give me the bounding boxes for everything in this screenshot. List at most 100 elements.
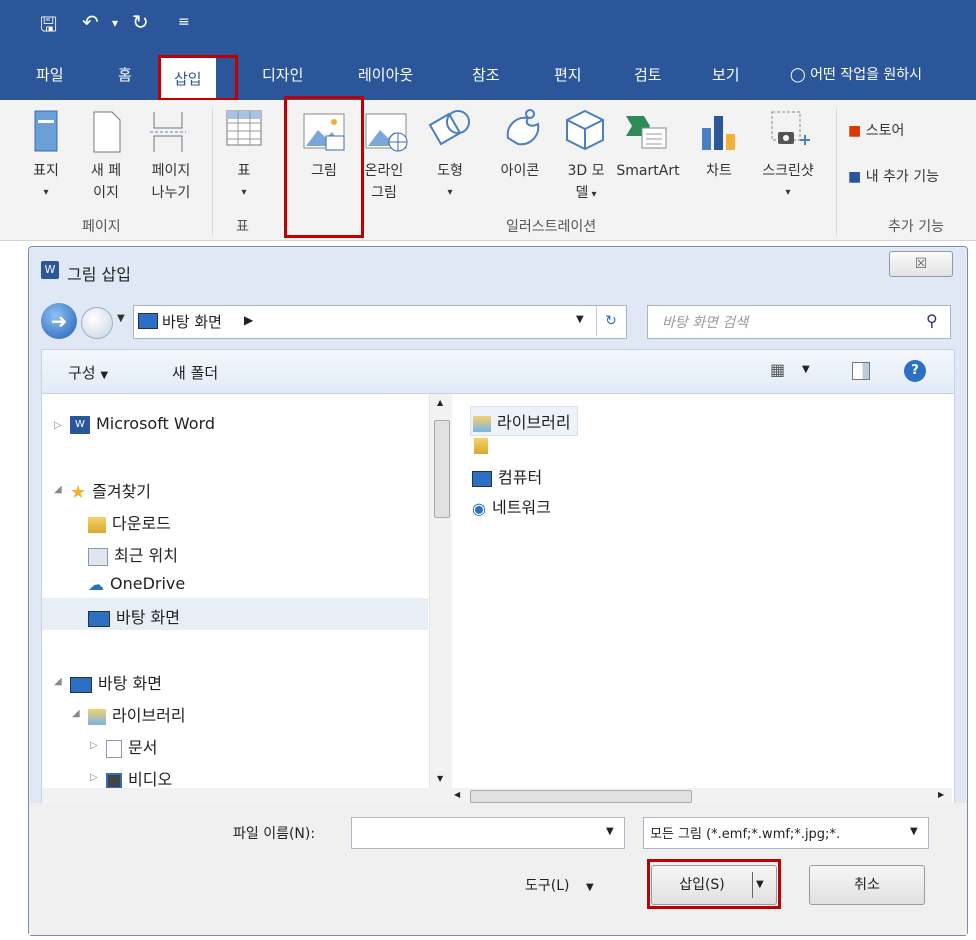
my-addins-button[interactable]: ■ 내 추가 기능	[848, 166, 939, 188]
view-options-icon[interactable]: ▦	[770, 360, 785, 379]
shapes-button[interactable]: 도형 ▾	[428, 160, 472, 204]
nav-scrollbar[interactable]: ▲ ▼	[430, 394, 452, 788]
nav-scroll-thumb[interactable]	[434, 420, 450, 518]
screenshot-icon	[770, 110, 810, 154]
tab-layout[interactable]: 레이아웃	[358, 64, 413, 85]
tab-design[interactable]: 디자인	[262, 64, 303, 85]
address-dropdown-icon[interactable]: ▼	[576, 314, 584, 325]
3d-model-label-2: 델	[575, 185, 589, 201]
highlight-picture-button	[284, 96, 364, 238]
forward-button[interactable]	[81, 307, 113, 339]
nav-item-onedrive[interactable]: ☁ OneDrive	[88, 574, 185, 594]
store-label: 스토어	[865, 123, 905, 139]
nav-item-downloads[interactable]: 다운로드	[88, 510, 171, 534]
nav-item-videos[interactable]: 비디오	[106, 766, 172, 790]
collapse-arrow-icon[interactable]: ◢	[72, 708, 80, 719]
help-icon[interactable]: ?	[904, 360, 926, 382]
close-button[interactable]: ☒	[889, 251, 953, 277]
nav-item-desktop-favorite[interactable]: 바탕 화면	[42, 598, 428, 630]
cover-page-label: 표지	[33, 163, 59, 179]
filename-dropdown-icon[interactable]: ▼	[606, 826, 614, 837]
title-bar: 🖫 ↶ ▾ ↻ ≡	[0, 0, 976, 50]
scroll-right-icon[interactable]: ▶	[938, 790, 944, 799]
back-button[interactable]: ➜	[41, 303, 77, 339]
tab-file[interactable]: 파일	[36, 64, 64, 85]
customize-qat-icon[interactable]: ≡	[178, 14, 190, 30]
nav-item-libraries[interactable]: 라이브러리	[88, 702, 186, 726]
group-table-label: 표	[236, 219, 249, 235]
chevron-down-icon: ▼	[585, 882, 594, 893]
group-addins-label: 추가 기능	[888, 219, 944, 235]
tell-me-box[interactable]: ◯ 어떤 작업을 원하시	[790, 64, 922, 84]
content-item-libraries[interactable]: 라이브러리	[470, 406, 578, 436]
tab-review[interactable]: 검토	[634, 64, 662, 85]
content-item-network[interactable]: ◉ 네트워크	[472, 494, 551, 518]
star-icon: ★	[70, 482, 87, 503]
tools-button[interactable]: 도구(L) ▼	[525, 875, 594, 895]
nav-label: 비디오	[128, 770, 173, 789]
tab-mailings[interactable]: 편지	[554, 64, 582, 85]
nav-label: Microsoft Word	[96, 414, 216, 433]
command-bar: 구성 ▼ 새 폴더 ▦ ▼ ?	[41, 349, 955, 394]
cover-page-button[interactable]: 표지 ▾	[16, 160, 76, 204]
breadcrumb-arrow-icon[interactable]: ▶	[244, 313, 253, 327]
filename-input[interactable]: ▼	[351, 817, 625, 849]
redo-icon[interactable]: ↻	[132, 10, 149, 34]
nav-label: 바탕 화면	[98, 674, 162, 693]
item-label: 라이브러리	[497, 413, 571, 432]
chevron-down-icon: ▼	[100, 370, 109, 381]
tab-home[interactable]: 홈	[118, 64, 132, 85]
horizontal-scrollbar[interactable]: ◀ ▶	[42, 788, 952, 804]
3d-model-button[interactable]: 3D 모 델 ▾	[558, 160, 614, 206]
nav-item-desktop[interactable]: 바탕 화면	[70, 670, 162, 694]
cancel-button[interactable]: 취소	[809, 865, 925, 905]
collapse-arrow-icon[interactable]: ◢	[54, 676, 62, 687]
nav-item-microsoft-word[interactable]: W Microsoft Word	[70, 414, 215, 434]
nav-item-documents[interactable]: 문서	[106, 734, 157, 758]
cover-page-icon	[34, 110, 58, 156]
recent-locations-icon[interactable]: ▼	[117, 313, 125, 324]
tab-references[interactable]: 참조	[472, 64, 500, 85]
scroll-down-icon[interactable]: ▼	[437, 774, 443, 783]
page-break-button[interactable]: 페이지 나누기	[140, 160, 202, 204]
content-item-computer[interactable]: 컴퓨터	[472, 464, 542, 488]
insert-picture-dialog: W 그림 삽입 ☒ ➜ ▼ 바탕 화면 ▶ ▼ ↻ 바탕 화면 검색 ⚲ 구성 …	[28, 246, 968, 936]
new-folder-button[interactable]: 새 폴더	[172, 362, 218, 383]
save-icon[interactable]: 🖫	[40, 10, 57, 44]
word-icon: W	[70, 415, 90, 434]
online-picture-button[interactable]: 온라인 그림	[356, 160, 412, 204]
filetype-value: 모든 그림 (*.emf;*.wmf;*.jpg;*.	[650, 827, 841, 842]
icons-button[interactable]: 아이콘	[486, 160, 554, 182]
nav-item-recent[interactable]: 최근 위치	[88, 542, 178, 566]
tab-view[interactable]: 보기	[712, 64, 740, 85]
table-button[interactable]: 표 ▾	[226, 160, 262, 204]
address-path: 바탕 화면	[162, 313, 222, 331]
expand-arrow-icon[interactable]: ▷	[90, 740, 98, 751]
view-dropdown-icon[interactable]: ▼	[802, 364, 810, 375]
expand-arrow-icon[interactable]: ▷	[90, 772, 98, 783]
screenshot-button[interactable]: 스크린샷 ▾	[748, 160, 828, 204]
filetype-select[interactable]: 모든 그림 (*.emf;*.wmf;*.jpg;*. ▼	[643, 817, 929, 849]
search-box[interactable]: 바탕 화면 검색 ⚲	[647, 305, 951, 339]
undo-dropdown-icon[interactable]: ▾	[112, 16, 118, 30]
scroll-up-icon[interactable]: ▲	[437, 398, 443, 407]
nav-label: 즐겨찾기	[92, 482, 152, 501]
chart-button[interactable]: 차트	[694, 160, 744, 182]
store-button[interactable]: ■ 스토어	[848, 120, 904, 142]
smartart-button[interactable]: SmartArt	[610, 160, 686, 182]
undo-icon[interactable]: ↶	[82, 10, 99, 34]
blank-page-button[interactable]: 새 페 이지	[78, 160, 134, 204]
chevron-down-icon: ▾	[447, 187, 453, 198]
address-bar[interactable]: 바탕 화면 ▶ ▼ ↻	[133, 305, 627, 339]
preview-pane-icon[interactable]	[852, 362, 870, 380]
scroll-left-icon[interactable]: ◀	[454, 790, 460, 799]
refresh-icon[interactable]: ↻	[596, 306, 625, 336]
chevron-down-icon: ▾	[588, 189, 597, 200]
horizontal-scroll-thumb[interactable]	[470, 790, 692, 803]
chevron-down-icon: ▾	[43, 187, 49, 198]
expand-arrow-icon[interactable]: ▷	[54, 420, 62, 431]
organize-button[interactable]: 구성 ▼	[68, 362, 108, 383]
user-folder-item[interactable]	[474, 438, 488, 454]
nav-item-favorites[interactable]: ★ 즐겨찾기	[70, 478, 151, 503]
collapse-arrow-icon[interactable]: ◢	[54, 484, 62, 495]
